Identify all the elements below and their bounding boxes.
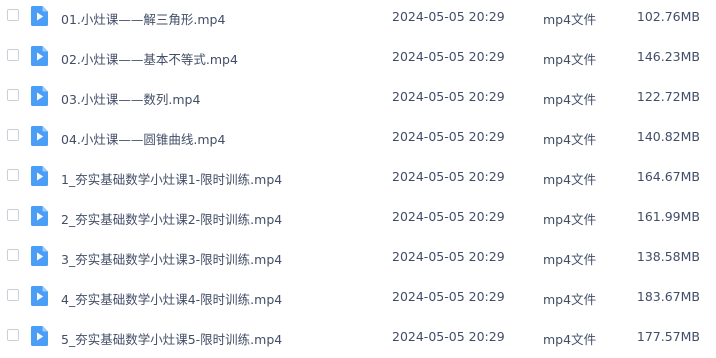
file-type: mp4文件 bbox=[543, 212, 597, 227]
file-name[interactable]: 4_夯实基础数学小灶课4-限时训练.mp4 bbox=[61, 289, 282, 308]
video-file-icon bbox=[31, 166, 48, 186]
row-checkbox[interactable] bbox=[7, 89, 19, 101]
video-file-icon bbox=[31, 326, 48, 346]
file-name[interactable]: 3_夯实基础数学小灶课3-限时训练.mp4 bbox=[61, 249, 282, 268]
file-name[interactable]: 01.小灶课——解三角形.mp4 bbox=[61, 9, 225, 28]
video-file-icon-glyph bbox=[31, 46, 48, 66]
file-modified-time: 2024-05-05 20:29 bbox=[392, 89, 505, 104]
video-file-icon-glyph bbox=[31, 86, 48, 106]
file-type: mp4文件 bbox=[543, 12, 597, 27]
file-modified-time: 2024-05-05 20:29 bbox=[392, 9, 505, 24]
file-modified-time: 2024-05-05 20:29 bbox=[392, 129, 505, 144]
video-file-icon bbox=[31, 206, 48, 226]
row-checkbox[interactable] bbox=[7, 49, 19, 61]
file-name[interactable]: 02.小灶课——基本不等式.mp4 bbox=[61, 49, 238, 68]
row-checkbox[interactable] bbox=[7, 129, 19, 141]
video-file-icon-glyph bbox=[31, 286, 48, 306]
row-checkbox[interactable] bbox=[7, 329, 19, 341]
file-size: 122.72MB bbox=[636, 89, 700, 104]
video-file-icon-glyph bbox=[31, 326, 48, 346]
file-type: mp4文件 bbox=[543, 332, 597, 347]
file-size: 146.23MB bbox=[636, 49, 700, 64]
file-size: 138.58MB bbox=[636, 249, 700, 264]
file-size: 183.67MB bbox=[636, 289, 700, 304]
file-type: mp4文件 bbox=[543, 252, 597, 267]
file-row[interactable]: 4_夯实基础数学小灶课4-限时训练.mp4 2024-05-05 20:29 m… bbox=[0, 278, 716, 318]
file-row[interactable]: 01.小灶课——解三角形.mp4 2024-05-05 20:29 mp4文件 … bbox=[0, 0, 716, 38]
video-file-icon-glyph bbox=[31, 6, 48, 26]
file-row[interactable]: 04.小灶课——圆锥曲线.mp4 2024-05-05 20:29 mp4文件 … bbox=[0, 118, 716, 158]
video-file-icon-glyph bbox=[31, 126, 48, 146]
file-name[interactable]: 1_夯实基础数学小灶课1-限时训练.mp4 bbox=[61, 169, 282, 188]
video-file-icon-glyph bbox=[31, 206, 48, 226]
row-checkbox[interactable] bbox=[7, 249, 19, 261]
file-type: mp4文件 bbox=[543, 132, 597, 147]
file-size: 161.99MB bbox=[636, 209, 700, 224]
file-type: mp4文件 bbox=[543, 292, 597, 307]
file-row[interactable]: 03.小灶课——数列.mp4 2024-05-05 20:29 mp4文件 12… bbox=[0, 78, 716, 118]
file-row[interactable]: 5_夯实基础数学小灶课5-限时训练.mp4 2024-05-05 20:29 m… bbox=[0, 318, 716, 358]
file-size: 102.76MB bbox=[636, 9, 700, 24]
video-file-icon bbox=[31, 86, 48, 106]
file-modified-time: 2024-05-05 20:29 bbox=[392, 209, 505, 224]
file-type: mp4文件 bbox=[543, 52, 597, 67]
file-type: mp4文件 bbox=[543, 172, 597, 187]
file-row[interactable]: 1_夯实基础数学小灶课1-限时训练.mp4 2024-05-05 20:29 m… bbox=[0, 158, 716, 198]
row-checkbox[interactable] bbox=[7, 209, 19, 221]
file-size: 177.57MB bbox=[636, 329, 700, 344]
file-row[interactable]: 3_夯实基础数学小灶课3-限时训练.mp4 2024-05-05 20:29 m… bbox=[0, 238, 716, 278]
file-type: mp4文件 bbox=[543, 92, 597, 107]
video-file-icon bbox=[31, 6, 48, 26]
row-checkbox[interactable] bbox=[7, 289, 19, 301]
video-file-icon bbox=[31, 126, 48, 146]
video-file-icon-glyph bbox=[31, 166, 48, 186]
video-file-icon bbox=[31, 286, 48, 306]
file-row[interactable]: 02.小灶课——基本不等式.mp4 2024-05-05 20:29 mp4文件… bbox=[0, 38, 716, 78]
file-modified-time: 2024-05-05 20:29 bbox=[392, 329, 505, 344]
file-modified-time: 2024-05-05 20:29 bbox=[392, 249, 505, 264]
file-name[interactable]: 2_夯实基础数学小灶课2-限时训练.mp4 bbox=[61, 209, 282, 228]
file-name[interactable]: 03.小灶课——数列.mp4 bbox=[61, 89, 200, 108]
file-size: 140.82MB bbox=[636, 129, 700, 144]
file-size: 164.67MB bbox=[636, 169, 700, 184]
file-modified-time: 2024-05-05 20:29 bbox=[392, 289, 505, 304]
video-file-icon-glyph bbox=[31, 246, 48, 266]
file-modified-time: 2024-05-05 20:29 bbox=[392, 49, 505, 64]
video-file-icon bbox=[31, 46, 48, 66]
row-checkbox[interactable] bbox=[7, 169, 19, 181]
file-modified-time: 2024-05-05 20:29 bbox=[392, 169, 505, 184]
file-row[interactable]: 2_夯实基础数学小灶课2-限时训练.mp4 2024-05-05 20:29 m… bbox=[0, 198, 716, 238]
file-name[interactable]: 5_夯实基础数学小灶课5-限时训练.mp4 bbox=[61, 329, 282, 348]
file-name[interactable]: 04.小灶课——圆锥曲线.mp4 bbox=[61, 129, 225, 148]
row-checkbox[interactable] bbox=[7, 9, 19, 21]
video-file-icon bbox=[31, 246, 48, 266]
